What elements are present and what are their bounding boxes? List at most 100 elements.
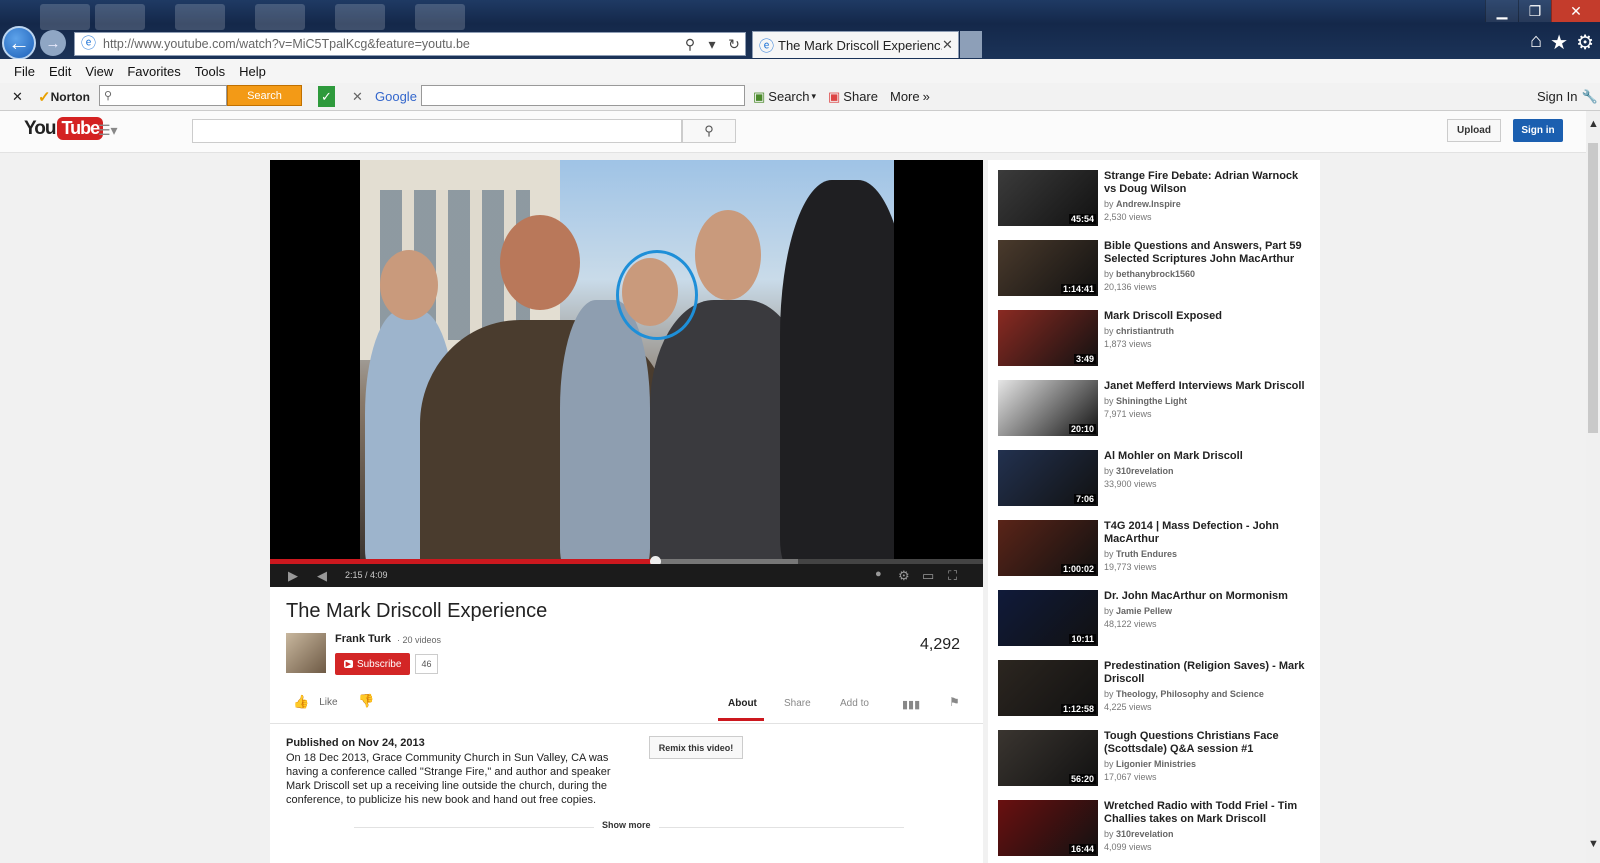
related-video-item[interactable]: 20:10 Janet Mefferd Interviews Mark Drisc… bbox=[998, 380, 1318, 440]
related-video-channel[interactable]: by Andrew.Inspire bbox=[1104, 199, 1181, 209]
home-icon[interactable]: ⌂ bbox=[1530, 30, 1542, 55]
address-bar[interactable]: ⓔ http://www.youtube.com/watch?v=MiC5Tpa… bbox=[74, 32, 746, 56]
channel-link[interactable]: bethanybrock1560 bbox=[1116, 269, 1195, 279]
related-video-channel[interactable]: by 310revelation bbox=[1104, 466, 1174, 476]
related-video-channel[interactable]: by Ligonier Ministries bbox=[1104, 759, 1196, 769]
close-tab-icon[interactable]: ✕ bbox=[942, 37, 958, 53]
toolbar-share-button[interactable]: ▣ Share bbox=[828, 86, 878, 107]
flag-icon[interactable]: ⚑ bbox=[949, 695, 960, 709]
menu-edit[interactable]: Edit bbox=[49, 64, 71, 79]
volume-icon[interactable]: ◀ bbox=[317, 568, 327, 584]
like-button[interactable]: 👍 Like bbox=[293, 694, 338, 710]
address-url[interactable]: http://www.youtube.com/watch?v=MiC5TpalK… bbox=[103, 37, 679, 51]
channel-link[interactable]: 310revelation bbox=[1116, 466, 1174, 476]
related-video-thumbnail[interactable]: 10:11 bbox=[998, 590, 1098, 646]
maximize-button[interactable]: ❐ bbox=[1518, 0, 1551, 22]
toolbar-signin-button[interactable]: Sign In 🔧 bbox=[1537, 86, 1598, 107]
related-video-item[interactable]: 1:12:58 Predestination (Religion Saves) -… bbox=[998, 660, 1318, 720]
channel-avatar[interactable] bbox=[286, 633, 326, 673]
related-video-title[interactable]: Wretched Radio with Todd Friel - Tim Cha… bbox=[1104, 800, 1309, 826]
related-video-thumbnail[interactable]: 3:49 bbox=[998, 310, 1098, 366]
favorites-star-icon[interactable]: ★ bbox=[1550, 30, 1568, 55]
scroll-up-icon[interactable]: ▲ bbox=[1588, 118, 1599, 130]
youtube-signin-button[interactable]: Sign in bbox=[1513, 119, 1563, 142]
search-icon[interactable]: ⚲ bbox=[679, 36, 701, 53]
related-video-title[interactable]: Predestination (Religion Saves) - Mark D… bbox=[1104, 660, 1309, 686]
remix-button[interactable]: Remix this video! bbox=[649, 736, 743, 759]
video-player[interactable]: ▶ ◀ 2:15 / 4:09 ● ⚙ ▭ ⛶ bbox=[270, 160, 983, 587]
youtube-search-input[interactable] bbox=[192, 119, 682, 143]
channel-name[interactable]: Frank Turk bbox=[335, 633, 391, 645]
menu-favorites[interactable]: Favorites bbox=[127, 64, 180, 79]
channel-video-count[interactable]: · 20 videos bbox=[397, 635, 441, 645]
menu-help[interactable]: Help bbox=[239, 64, 266, 79]
related-video-thumbnail[interactable]: 56:20 bbox=[998, 730, 1098, 786]
related-video-channel[interactable]: by 310revelation bbox=[1104, 829, 1174, 839]
related-video-channel[interactable]: by Shiningthe Light bbox=[1104, 396, 1187, 406]
norton-search-input[interactable]: ⚲ bbox=[99, 85, 227, 106]
related-video-channel[interactable]: by bethanybrock1560 bbox=[1104, 269, 1195, 279]
related-video-thumbnail[interactable]: 16:44 bbox=[998, 800, 1098, 856]
related-video-channel[interactable]: by christiantruth bbox=[1104, 326, 1174, 336]
subscribe-button[interactable]: ▶ Subscribe bbox=[335, 653, 410, 675]
google-search-input[interactable] bbox=[421, 85, 745, 106]
menu-view[interactable]: View bbox=[85, 64, 113, 79]
annotations-icon[interactable]: ● bbox=[875, 568, 882, 580]
related-video-item[interactable]: 3:49 Mark Driscoll Exposed by christiantru… bbox=[998, 310, 1318, 370]
browser-tab-active[interactable]: ⓔ The Mark Driscoll Experienc... ✕ bbox=[752, 31, 959, 58]
related-video-thumbnail[interactable]: 7:06 bbox=[998, 450, 1098, 506]
theater-mode-icon[interactable]: ▭ bbox=[922, 568, 934, 584]
menu-tools[interactable]: Tools bbox=[195, 64, 225, 79]
related-video-title[interactable]: Bible Questions and Answers, Part 59 Sel… bbox=[1104, 240, 1309, 266]
related-video-title[interactable]: Janet Mefferd Interviews Mark Driscoll bbox=[1104, 380, 1309, 393]
video-frame[interactable] bbox=[360, 160, 894, 559]
related-video-item[interactable]: 7:06 Al Mohler on Mark Driscoll by 310reve… bbox=[998, 450, 1318, 510]
forward-button[interactable]: → bbox=[40, 30, 66, 56]
taskbar-thumbnail[interactable] bbox=[40, 4, 90, 30]
channel-link[interactable]: Jamie Pellew bbox=[1116, 606, 1172, 616]
related-video-item[interactable]: 1:14:41 Bible Questions and Answers, Part… bbox=[998, 240, 1318, 300]
channel-link[interactable]: Truth Endures bbox=[1116, 549, 1177, 559]
fullscreen-icon[interactable]: ⛶ bbox=[948, 568, 957, 584]
related-video-item[interactable]: 16:44 Wretched Radio with Todd Friel - Ti… bbox=[998, 800, 1318, 860]
chevron-down-icon[interactable]: ▾ bbox=[701, 36, 723, 53]
related-video-thumbnail[interactable]: 45:54 bbox=[998, 170, 1098, 226]
menu-file[interactable]: File bbox=[14, 64, 35, 79]
related-video-channel[interactable]: by Theology, Philosophy and Science bbox=[1104, 689, 1264, 699]
related-video-thumbnail[interactable]: 1:00:02 bbox=[998, 520, 1098, 576]
scroll-down-icon[interactable]: ▼ bbox=[1588, 838, 1599, 850]
related-video-title[interactable]: Tough Questions Christians Face (Scottsd… bbox=[1104, 730, 1309, 756]
toolbar-more-button[interactable]: More » bbox=[890, 86, 930, 107]
close-google-toolbar-icon[interactable]: ✕ bbox=[352, 86, 363, 107]
settings-gear-icon[interactable]: ⚙ bbox=[898, 568, 910, 584]
channel-link[interactable]: Theology, Philosophy and Science bbox=[1116, 689, 1264, 699]
channel-link[interactable]: christiantruth bbox=[1116, 326, 1174, 336]
refresh-icon[interactable]: ↻ bbox=[723, 36, 745, 53]
related-video-thumbnail[interactable]: 1:14:41 bbox=[998, 240, 1098, 296]
norton-search-button[interactable]: Search bbox=[227, 85, 302, 106]
taskbar-thumbnail[interactable] bbox=[95, 4, 145, 30]
related-video-thumbnail[interactable]: 20:10 bbox=[998, 380, 1098, 436]
toolbar-search-button[interactable]: ▣ Search ▾ bbox=[753, 86, 816, 107]
tab-add-to[interactable]: Add to bbox=[840, 698, 869, 709]
related-video-item[interactable]: 10:11 Dr. John MacArthur on Mormonism by J… bbox=[998, 590, 1318, 650]
related-video-channel[interactable]: by Truth Endures bbox=[1104, 549, 1177, 559]
scrollbar-thumb[interactable] bbox=[1588, 143, 1598, 433]
upload-button[interactable]: Upload bbox=[1447, 119, 1501, 142]
channel-link[interactable]: Shiningthe Light bbox=[1116, 396, 1187, 406]
youtube-search-button[interactable]: ⚲ bbox=[682, 119, 736, 143]
close-toolbar-icon[interactable]: ✕ bbox=[12, 86, 23, 107]
related-video-title[interactable]: Mark Driscoll Exposed bbox=[1104, 310, 1309, 323]
show-more-button[interactable]: Show more bbox=[594, 820, 659, 830]
related-video-title[interactable]: T4G 2014 | Mass Defection - John MacArth… bbox=[1104, 520, 1309, 546]
minimize-button[interactable]: ▁ bbox=[1485, 0, 1518, 22]
taskbar-thumbnail[interactable] bbox=[415, 4, 465, 30]
tab-about[interactable]: About bbox=[728, 698, 757, 709]
related-video-title[interactable]: Dr. John MacArthur on Mormonism bbox=[1104, 590, 1309, 603]
related-video-item[interactable]: 45:54 Strange Fire Debate: Adrian Warnock… bbox=[998, 170, 1318, 230]
close-window-button[interactable]: ✕ bbox=[1551, 0, 1600, 22]
play-icon[interactable]: ▶ bbox=[288, 568, 298, 584]
safe-check-icon[interactable]: ✓ bbox=[318, 86, 335, 107]
dislike-button[interactable]: 👎 bbox=[358, 693, 374, 709]
tab-share[interactable]: Share bbox=[784, 698, 811, 709]
